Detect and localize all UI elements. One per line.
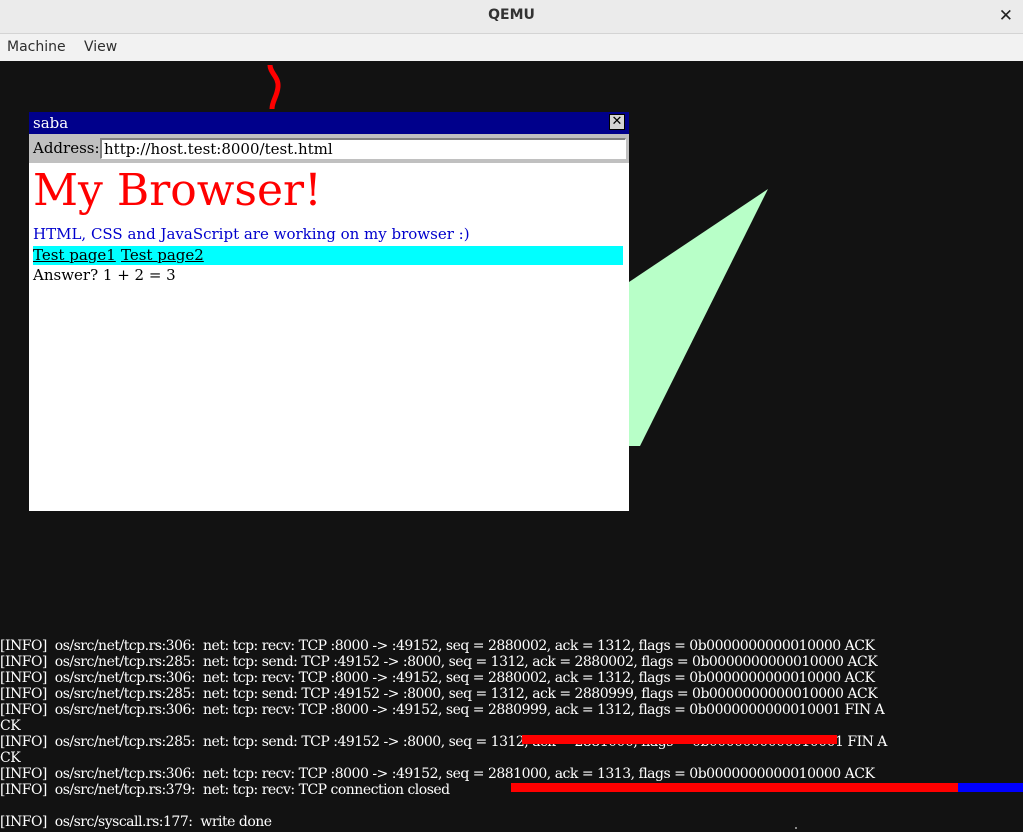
browser-close-icon[interactable]: ✕ bbox=[609, 114, 625, 130]
console-log: [INFO] os/src/net/tcp.rs:306: net: tcp: … bbox=[0, 638, 1023, 832]
log-line: CK bbox=[0, 750, 21, 766]
browser-title-bar[interactable]: saba ✕ bbox=[29, 112, 629, 134]
blue-bar bbox=[958, 783, 1023, 792]
menu-view[interactable]: View bbox=[84, 39, 117, 55]
answer-text: Answer? 1 + 2 = 3 bbox=[33, 266, 176, 284]
browser-window: saba ✕ Address: http://host.test:8000/te… bbox=[29, 112, 629, 511]
mouse-pointer-dot bbox=[795, 827, 797, 829]
menu-machine[interactable]: Machine bbox=[7, 39, 66, 55]
log-line: CK bbox=[0, 718, 21, 734]
address-bar: Address: http://host.test:8000/test.html bbox=[29, 134, 629, 163]
qemu-menu-bar: Machine View bbox=[0, 34, 1023, 61]
log-line: [INFO] os/src/net/tcp.rs:306: net: tcp: … bbox=[0, 638, 875, 654]
red-bar-upper bbox=[522, 735, 837, 744]
page-content: My Browser! HTML, CSS and JavaScript are… bbox=[29, 163, 629, 511]
address-input[interactable]: http://host.test:8000/test.html bbox=[100, 138, 626, 159]
log-line: [INFO] os/src/net/tcp.rs:379: net: tcp: … bbox=[0, 782, 450, 798]
red-bar-lower bbox=[511, 783, 958, 792]
qemu-title-bar: QEMU ✕ bbox=[0, 0, 1023, 34]
link-test-page1[interactable]: Test page1 bbox=[33, 246, 116, 264]
log-line: [INFO] os/src/syscall.rs:177: write done bbox=[0, 814, 272, 830]
page-heading: My Browser! bbox=[33, 165, 322, 216]
log-line: [INFO] os/src/net/tcp.rs:285: net: tcp: … bbox=[0, 686, 878, 702]
link-test-page2[interactable]: Test page2 bbox=[121, 246, 204, 264]
page-paragraph: HTML, CSS and JavaScript are working on … bbox=[33, 225, 470, 243]
links-container: Test page1 Test page2 bbox=[33, 246, 623, 265]
address-label: Address: bbox=[33, 139, 100, 157]
qemu-window-title: QEMU bbox=[488, 7, 535, 23]
guest-screen[interactable]: saba ✕ Address: http://host.test:8000/te… bbox=[0, 61, 1023, 832]
log-line: [INFO] os/src/net/tcp.rs:306: net: tcp: … bbox=[0, 670, 875, 686]
qemu-close-icon[interactable]: ✕ bbox=[999, 6, 1013, 26]
log-line: [INFO] os/src/net/tcp.rs:285: net: tcp: … bbox=[0, 654, 878, 670]
log-line: [INFO] os/src/net/tcp.rs:306: net: tcp: … bbox=[0, 766, 875, 782]
log-line: [INFO] os/src/net/tcp.rs:306: net: tcp: … bbox=[0, 702, 885, 718]
browser-title: saba bbox=[33, 114, 69, 132]
